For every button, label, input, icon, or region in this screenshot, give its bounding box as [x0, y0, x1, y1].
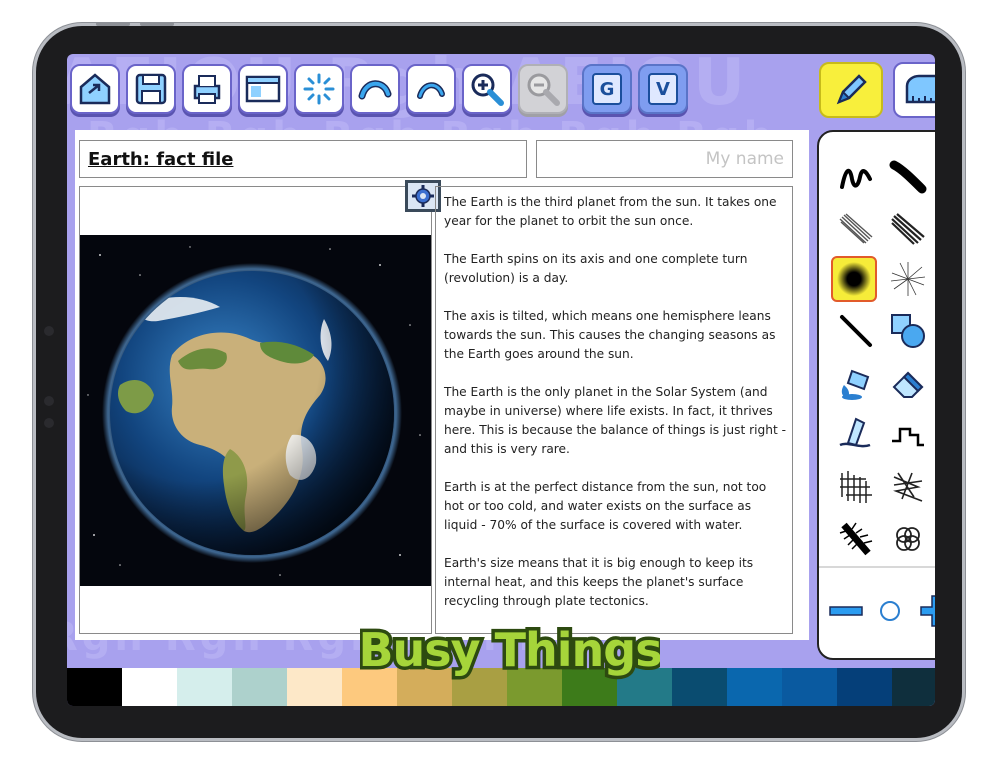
- marker-pen-icon: [836, 74, 867, 105]
- paragraph: The Earth spins on its axis and one comp…: [444, 252, 748, 285]
- color-swatch[interactable]: [122, 668, 177, 706]
- fur-brush-icon: [839, 522, 873, 556]
- camera-dot: [44, 396, 54, 406]
- layout-window-icon: [245, 75, 281, 103]
- camera-dot: [44, 326, 54, 336]
- color-swatch[interactable]: [837, 668, 892, 706]
- color-swatch[interactable]: [727, 668, 782, 706]
- sparkle-burst-icon: [303, 73, 335, 105]
- home-export-icon: [79, 73, 111, 105]
- color-swatch[interactable]: [287, 668, 342, 706]
- divider: [819, 566, 935, 568]
- tool-squiggle-pen[interactable]: [833, 154, 879, 200]
- tool-scribble[interactable]: [885, 464, 931, 510]
- tool-shape[interactable]: [885, 308, 931, 354]
- size-increase-button[interactable]: [913, 588, 935, 634]
- print-button[interactable]: [182, 64, 232, 114]
- tool-airbrush[interactable]: [831, 256, 877, 302]
- zoom-in-icon: [471, 73, 504, 106]
- text-box[interactable]: The Earth is the third planet from the s…: [435, 186, 793, 634]
- floppy-disk-icon: [135, 73, 167, 105]
- vocabulary-label: V: [648, 73, 678, 105]
- paragraph: The Earth is the only planet in the Sola…: [444, 385, 787, 456]
- color-swatch[interactable]: [232, 668, 287, 706]
- spray-icon: [890, 262, 926, 296]
- tool-loop[interactable]: [885, 516, 931, 562]
- smudge-icon: [839, 417, 871, 448]
- paragraph: The Earth is the third planet from the s…: [444, 195, 777, 228]
- size-indicator: [867, 588, 913, 634]
- tools-panel: [817, 130, 935, 660]
- image-frame[interactable]: [79, 186, 432, 634]
- redo-arrow-icon: [417, 82, 445, 99]
- minus-icon: [829, 606, 863, 616]
- hatch-grid-icon: [840, 471, 872, 503]
- color-swatch[interactable]: [672, 668, 727, 706]
- pencil-hatch-icon: [839, 213, 873, 244]
- printer-icon: [193, 75, 221, 104]
- vocabulary-button[interactable]: V: [638, 64, 688, 114]
- tool-spray[interactable]: [885, 256, 931, 302]
- camera-dot: [44, 418, 54, 428]
- gear-icon: [412, 185, 434, 207]
- shape-icon: [891, 314, 925, 348]
- tool-smudge[interactable]: [833, 412, 879, 458]
- home-button[interactable]: [70, 64, 120, 114]
- layout-button[interactable]: [238, 64, 288, 114]
- earth-photo: [87, 246, 421, 576]
- paragraph: Earth's size means that it is big enough…: [444, 556, 754, 608]
- document-page: Earth: fact file My name The Earth is th…: [75, 130, 809, 640]
- line-icon: [840, 315, 872, 347]
- crayon-hatch-icon: [891, 213, 925, 245]
- zoom-out-button[interactable]: [518, 64, 568, 114]
- plus-icon: [920, 595, 935, 627]
- tool-fur[interactable]: [833, 516, 879, 562]
- squiggle-pen-icon: [840, 168, 872, 189]
- circle-size-icon: [880, 601, 900, 621]
- grammar-button[interactable]: G: [582, 64, 632, 114]
- tool-eraser[interactable]: [885, 360, 931, 406]
- tool-hatch-grid[interactable]: [833, 464, 879, 510]
- color-swatch[interactable]: [177, 668, 232, 706]
- scribble-hatch-icon: [893, 472, 923, 502]
- document-title[interactable]: Earth: fact file: [79, 140, 527, 178]
- color-swatch[interactable]: [782, 668, 837, 706]
- busy-things-logo: Busy Things: [360, 620, 660, 681]
- zoom-out-icon: [527, 73, 560, 106]
- app-screen: AEIOU Rgh AEIOU Rgh Rgh Rgh Rgh Rgh Rgh …: [67, 54, 935, 706]
- tool-fill[interactable]: [833, 360, 879, 406]
- ruler-icon: [905, 74, 935, 104]
- stamps-tools-button[interactable]: [893, 62, 935, 118]
- color-swatch[interactable]: [892, 668, 935, 706]
- save-button[interactable]: [126, 64, 176, 114]
- marker-icon: [889, 160, 927, 194]
- tool-pencil[interactable]: [833, 206, 879, 252]
- undo-button[interactable]: [350, 64, 400, 114]
- earth-image[interactable]: [80, 235, 431, 586]
- fill-bucket-icon: [841, 369, 870, 400]
- svg-text:Busy Things: Busy Things: [360, 623, 660, 677]
- airbrush-icon: [837, 262, 871, 296]
- tool-line[interactable]: [833, 308, 879, 354]
- redo-button[interactable]: [406, 64, 456, 114]
- undo-arrow-icon: [358, 80, 392, 100]
- size-decrease-button[interactable]: [823, 588, 869, 634]
- tool-crayon[interactable]: [885, 206, 931, 252]
- tool-step-line[interactable]: [885, 412, 931, 458]
- reset-button[interactable]: [294, 64, 344, 114]
- tool-marker[interactable]: [885, 154, 931, 200]
- step-line-icon: [892, 427, 924, 447]
- zoom-in-button[interactable]: [462, 64, 512, 114]
- grammar-label: G: [592, 73, 622, 105]
- volume-button: [96, 22, 130, 26]
- paragraph: Earth is at the perfect distance from th…: [444, 480, 767, 532]
- paragraph: The axis is tilted, which means one hemi…: [444, 309, 776, 361]
- name-field[interactable]: My name: [536, 140, 793, 178]
- volume-button: [140, 22, 174, 26]
- loop-brush-icon: [896, 527, 920, 551]
- paint-tools-button[interactable]: [819, 62, 883, 118]
- color-swatch[interactable]: [67, 668, 122, 706]
- eraser-icon: [892, 371, 924, 398]
